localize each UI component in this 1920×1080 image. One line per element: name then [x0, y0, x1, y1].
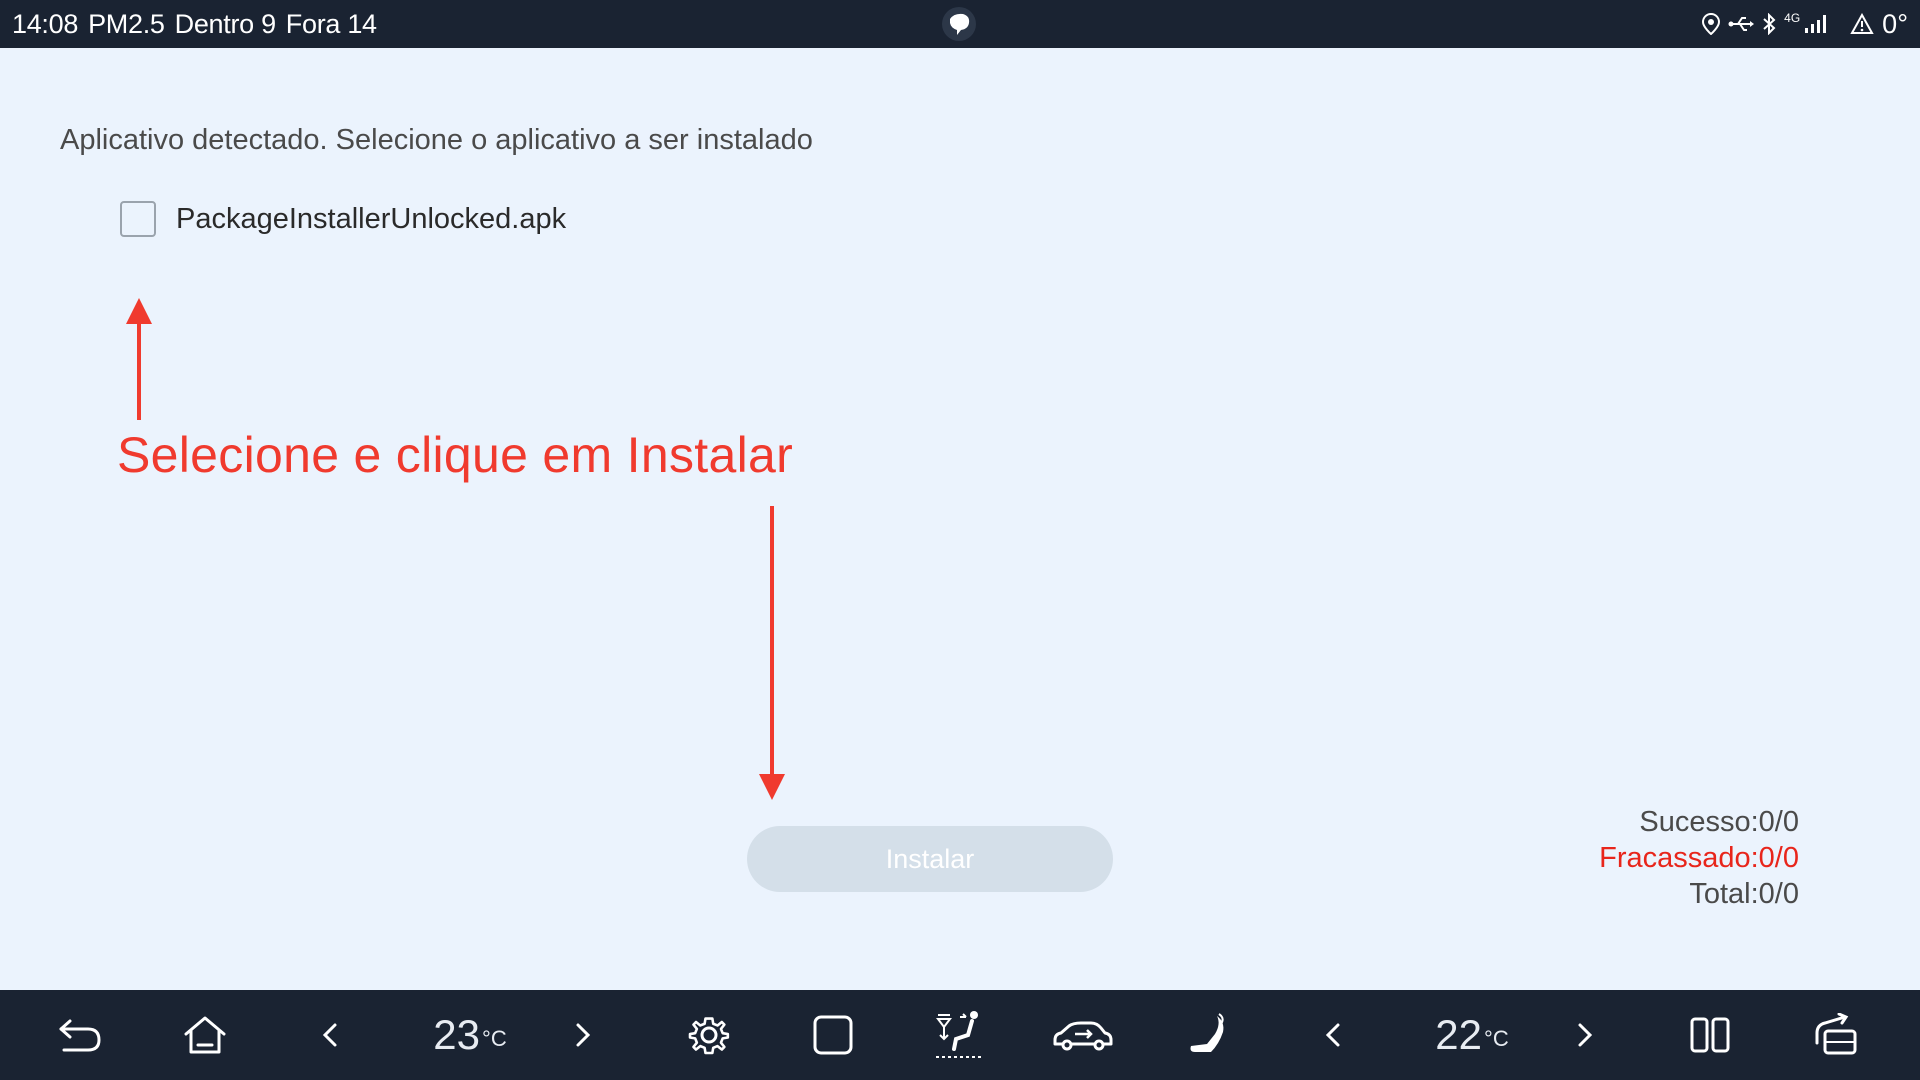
split-screen-icon[interactable]: [1675, 990, 1745, 1080]
apk-checkbox[interactable]: [120, 201, 156, 237]
stats-failed: Fracassado:0/0: [1599, 842, 1799, 874]
bluetooth-icon: [1762, 13, 1776, 35]
left-temp-unit: °C: [482, 1026, 507, 1051]
rear-view-icon[interactable]: [1800, 990, 1870, 1080]
left-temp-value: 23: [433, 1011, 481, 1058]
chevron-right-icon-2[interactable]: [1565, 990, 1605, 1080]
install-button[interactable]: Instalar: [747, 826, 1113, 892]
right-temp-unit: °C: [1484, 1026, 1509, 1051]
chevron-right-icon[interactable]: [563, 990, 603, 1080]
status-bar: 14:08 PM2.5 Dentro 9 Fora 14 4G 0°: [0, 0, 1920, 48]
gear-icon[interactable]: [674, 990, 744, 1080]
detection-prompt: Aplicativo detectado. Selecione o aplica…: [60, 124, 813, 156]
stats-total: Total:0/0: [1689, 878, 1799, 910]
seat-heating-icon[interactable]: [1170, 990, 1246, 1080]
assistant-icon[interactable]: [938, 4, 980, 44]
status-right: 4G 0°: [1702, 0, 1908, 48]
apk-list-item[interactable]: PackageInstallerUnlocked.apk: [120, 201, 566, 237]
signal-icon: [1804, 14, 1828, 34]
status-temperature: 0°: [1882, 8, 1908, 39]
square-icon[interactable]: [798, 990, 868, 1080]
arrow-down-to-install: [759, 506, 785, 800]
nav-bar: 23 °C 22 °C: [0, 990, 1920, 1080]
right-temp-value: 22: [1435, 1011, 1483, 1058]
location-icon: [1702, 13, 1721, 35]
chevron-left-icon-2[interactable]: [1313, 990, 1353, 1080]
main-content: Aplicativo detectado. Selecione o aplica…: [0, 48, 1920, 990]
status-air-quality: PM2.5: [88, 8, 165, 39]
chevron-left-icon[interactable]: [310, 990, 350, 1080]
annotation-text: Selecione e clique em Instalar: [117, 427, 794, 483]
alert-icon: [1850, 13, 1874, 35]
arrow-up-to-checkbox: [126, 298, 152, 420]
back-icon[interactable]: [45, 990, 115, 1080]
right-temperature: 22 °C: [1422, 990, 1522, 1080]
seat-ventilation-icon[interactable]: [920, 990, 996, 1080]
network-type: 4G: [1784, 11, 1801, 25]
status-inside: Dentro 9: [174, 8, 276, 39]
car-icon[interactable]: [1045, 990, 1121, 1080]
status-left: 14:08 PM2.5 Dentro 9 Fora 14: [12, 0, 377, 48]
install-stats: Sucesso:0/0 Fracassado:0/0 Total:0/0: [1599, 804, 1799, 912]
usb-icon: [1728, 15, 1755, 33]
status-time: 14:08: [12, 8, 79, 39]
left-temperature: 23 °C: [420, 990, 520, 1080]
stats-success: Sucesso:0/0: [1639, 806, 1799, 838]
apk-name: PackageInstallerUnlocked.apk: [176, 202, 567, 235]
status-outside: Fora 14: [285, 8, 377, 39]
home-icon[interactable]: [170, 990, 240, 1080]
